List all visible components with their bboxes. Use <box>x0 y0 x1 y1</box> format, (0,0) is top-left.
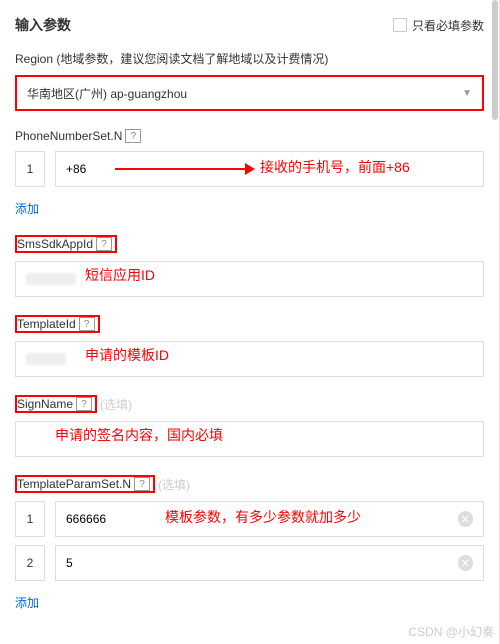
template-field: TemplateId ? 申请的模板ID <box>15 315 484 377</box>
help-icon[interactable]: ? <box>79 317 95 331</box>
phone-label-text: PhoneNumberSet.N <box>15 129 122 143</box>
clear-icon[interactable]: ✕ <box>458 555 473 571</box>
params-input-1[interactable] <box>66 512 458 526</box>
appid-input-wrap <box>15 261 484 297</box>
chevron-down-icon: ▼ <box>462 88 472 99</box>
phone-field: PhoneNumberSet.N ? 1 添加 接收的手机号，前面+86 <box>15 129 484 217</box>
checkbox-icon <box>393 18 407 32</box>
row-index: 1 <box>15 501 45 537</box>
sign-label-row: SignName ? (选填) <box>15 395 484 413</box>
params-input-wrap-2: ✕ <box>55 545 484 581</box>
appid-label-row: SmsSdkAppId ? <box>15 235 484 253</box>
region-select[interactable]: 华南地区(广州) ap-guangzhou ▼ <box>15 75 484 111</box>
template-input-wrap <box>15 341 484 377</box>
panel-header: 输入参数 只看必填参数 <box>15 15 484 35</box>
watermark: CSDN @小幻奏 <box>408 623 494 640</box>
appid-label-box: SmsSdkAppId ? <box>15 235 117 253</box>
help-icon[interactable]: ? <box>125 129 141 143</box>
blurred-content <box>26 353 66 365</box>
template-label-text: TemplateId <box>17 317 76 331</box>
input-params-panel: 输入参数 只看必填参数 Region (地域参数，建议您阅读文档了解地域以及计费… <box>0 0 500 644</box>
params-add-link[interactable]: 添加 <box>15 594 39 611</box>
phone-add-link[interactable]: 添加 <box>15 200 39 217</box>
panel-title: 输入参数 <box>15 15 71 35</box>
params-optional: (选填) <box>158 476 190 493</box>
params-row-1: 1 ✕ <box>15 501 484 537</box>
phone-row-1: 1 <box>15 151 484 187</box>
template-label-row: TemplateId ? <box>15 315 484 333</box>
clear-icon[interactable]: ✕ <box>458 511 473 527</box>
phone-input-wrap <box>55 151 484 187</box>
appid-field: SmsSdkAppId ? 短信应用ID <box>15 235 484 297</box>
params-field: TemplateParamSet.N ? (选填) 1 ✕ 2 ✕ 添加 模板参… <box>15 475 484 611</box>
appid-label-text: SmsSdkAppId <box>17 237 93 251</box>
help-icon[interactable]: ? <box>76 397 92 411</box>
help-icon[interactable]: ? <box>134 477 150 491</box>
sign-input-wrap <box>15 421 484 457</box>
row-index: 1 <box>15 151 45 187</box>
params-label-text: TemplateParamSet.N <box>17 477 131 491</box>
sign-optional: (选填) <box>100 396 132 413</box>
sign-label-box: SignName ? <box>15 395 97 413</box>
help-icon[interactable]: ? <box>96 237 112 251</box>
sign-field: SignName ? (选填) 申请的签名内容，国内必填 <box>15 395 484 457</box>
scrollbar-thumb[interactable] <box>492 0 498 120</box>
sign-input[interactable] <box>26 432 473 446</box>
row-index: 2 <box>15 545 45 581</box>
blurred-content <box>26 273 76 285</box>
sign-label-text: SignName <box>17 397 73 411</box>
params-input-wrap-1: ✕ <box>55 501 484 537</box>
phone-input[interactable] <box>66 162 473 176</box>
required-only-label: 只看必填参数 <box>412 17 484 34</box>
params-label-box: TemplateParamSet.N ? <box>15 475 155 493</box>
region-label: Region (地域参数，建议您阅读文档了解地域以及计费情况) <box>15 50 484 67</box>
region-value: 华南地区(广州) ap-guangzhou <box>27 85 187 102</box>
params-label-row: TemplateParamSet.N ? (选填) <box>15 475 484 493</box>
params-input-2[interactable] <box>66 556 458 570</box>
template-label-box: TemplateId ? <box>15 315 100 333</box>
params-row-2: 2 ✕ <box>15 545 484 581</box>
phone-label: PhoneNumberSet.N ? <box>15 129 484 143</box>
required-only-toggle[interactable]: 只看必填参数 <box>393 17 484 34</box>
region-field: Region (地域参数，建议您阅读文档了解地域以及计费情况) 华南地区(广州)… <box>15 50 484 111</box>
